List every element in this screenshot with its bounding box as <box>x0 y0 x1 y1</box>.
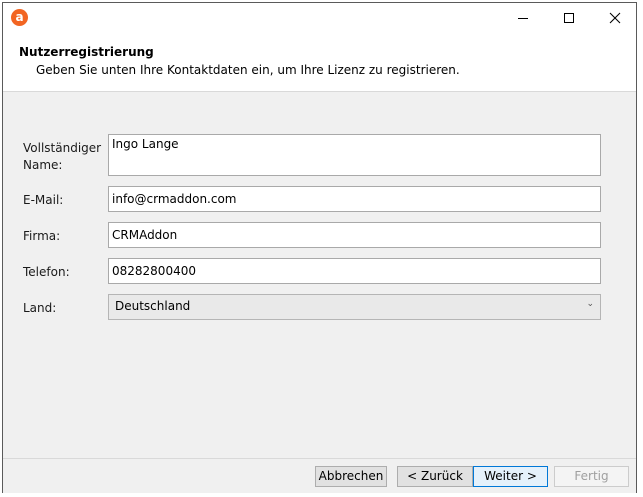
phone-label: Telefon: <box>23 265 70 279</box>
next-button[interactable]: Weiter > <box>473 466 548 487</box>
country-select[interactable]: Deutschland ⌄ <box>108 294 601 320</box>
company-field[interactable] <box>108 222 601 248</box>
finish-button[interactable]: Fertig <box>554 466 629 487</box>
phone-field[interactable] <box>108 258 601 284</box>
wizard-header: Nutzerregistrierung Geben Sie unten Ihre… <box>3 33 636 92</box>
chevron-down-icon: ⌄ <box>586 299 594 309</box>
maximize-button[interactable] <box>546 3 592 33</box>
close-icon <box>609 12 621 24</box>
name-label: Vollständiger Name: <box>23 141 102 172</box>
page-title: Nutzerregistrierung <box>19 45 154 59</box>
wizard-footer: Abbrechen < Zurück Weiter > Fertig <box>3 458 636 493</box>
country-selected-value: Deutschland <box>115 299 191 313</box>
app-logo-icon: a <box>11 9 28 26</box>
registration-window: a Nutzerregistrierung Geben Sie unten Ih… <box>2 2 637 493</box>
country-label: Land: <box>23 301 57 315</box>
page-subtitle: Geben Sie unten Ihre Kontaktdaten ein, u… <box>36 63 460 77</box>
email-field[interactable] <box>108 186 601 212</box>
back-button[interactable]: < Zurück <box>397 466 473 487</box>
minimize-icon <box>518 18 528 19</box>
email-label: E-Mail: <box>23 193 64 207</box>
name-field[interactable]: Ingo Lange <box>108 134 601 176</box>
title-bar: a <box>3 3 636 33</box>
maximize-icon <box>564 13 574 23</box>
company-label: Firma: <box>23 229 61 243</box>
minimize-button[interactable] <box>500 3 546 33</box>
close-button[interactable] <box>592 3 638 33</box>
cancel-button[interactable]: Abbrechen <box>315 466 387 487</box>
